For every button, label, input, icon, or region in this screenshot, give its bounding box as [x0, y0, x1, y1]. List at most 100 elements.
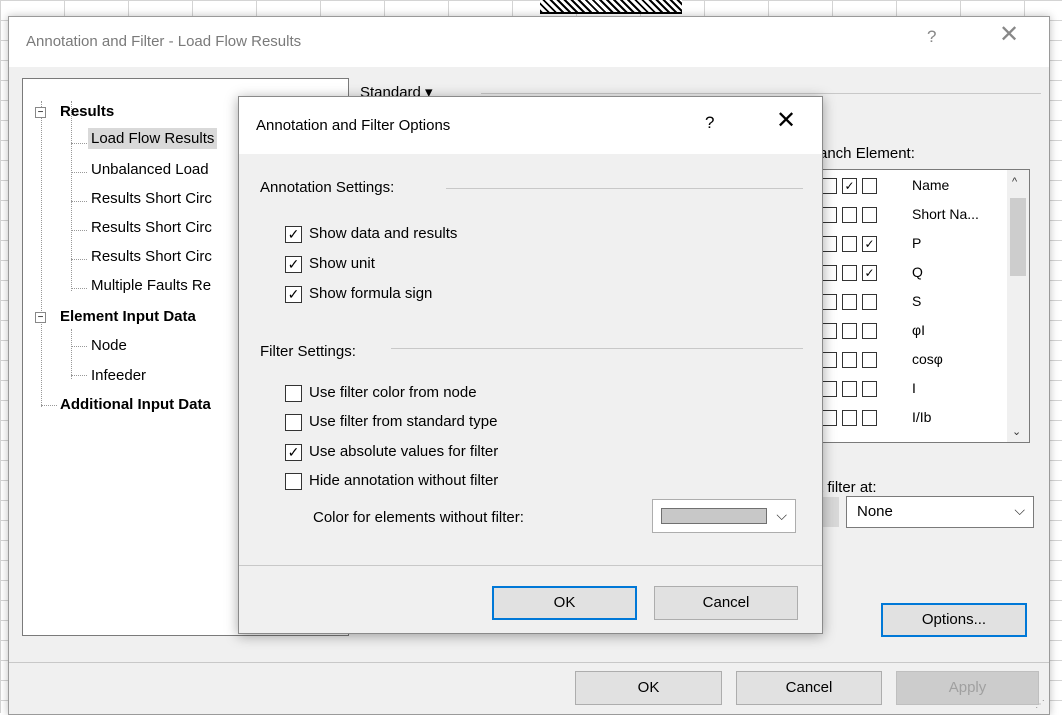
tree-item-element-input-data[interactable]: Element Input Data: [60, 308, 196, 325]
tree-connector: [71, 288, 87, 289]
ok-button[interactable]: OK: [575, 671, 722, 705]
hide-annotation-label[interactable]: Hide annotation without filter: [309, 472, 498, 489]
branch-list-row[interactable]: S: [820, 290, 1005, 319]
filter-at-select[interactable]: None ⌵: [846, 496, 1034, 528]
options-ok-button[interactable]: OK: [492, 586, 637, 620]
show-formula-sign-checkbox[interactable]: ✓: [285, 286, 302, 303]
branch-list-row[interactable]: ✓ Name: [820, 174, 1005, 203]
branch-column-checkbox[interactable]: [842, 352, 857, 368]
use-absolute-values-checkbox[interactable]: ✓: [285, 444, 302, 461]
branch-column-checkbox[interactable]: ✓: [842, 178, 857, 194]
divider: [481, 93, 1041, 94]
options-cancel-button[interactable]: Cancel: [654, 586, 798, 620]
apply-button[interactable]: Apply: [896, 671, 1039, 705]
cancel-button[interactable]: Cancel: [736, 671, 882, 705]
branch-column-checkbox[interactable]: [822, 207, 837, 223]
collapse-icon[interactable]: −: [35, 107, 46, 118]
branch-column-checkbox[interactable]: [862, 294, 877, 310]
use-absolute-values-label[interactable]: Use absolute values for filter: [309, 443, 498, 460]
tree-item-results[interactable]: Results: [60, 103, 114, 120]
scroll-thumb[interactable]: [1010, 198, 1026, 276]
branch-list-row[interactable]: I: [820, 377, 1005, 406]
branch-column-checkbox[interactable]: [822, 323, 837, 339]
tree-connector: [71, 230, 87, 231]
tree-item-results-short-circ[interactable]: Results Short Circ: [91, 248, 212, 265]
collapse-icon[interactable]: −: [35, 312, 46, 323]
options-close-button[interactable]: ✕: [776, 109, 796, 133]
hide-annotation-checkbox[interactable]: [285, 473, 302, 490]
branch-element-list[interactable]: ✓ Name Short Na... ✓ P ✓ Q SφI cosφ I I/Ib ^ ⌄: [819, 169, 1030, 443]
branch-list-row[interactable]: ✓ Q: [820, 261, 1005, 290]
branch-column-checkbox[interactable]: [862, 381, 877, 397]
tree-item-results-short-circ[interactable]: Results Short Circ: [91, 190, 212, 207]
show-formula-sign-label[interactable]: Show formula sign: [309, 285, 432, 302]
main-titlebar: Annotation and Filter - Load Flow Result…: [9, 17, 1049, 67]
scroll-down-icon[interactable]: ⌄: [1012, 425, 1021, 438]
use-filter-color-label[interactable]: Use filter color from node: [309, 384, 477, 401]
options-button[interactable]: Options...: [881, 603, 1027, 637]
branch-column-checkbox[interactable]: [862, 207, 877, 223]
branch-column-checkbox[interactable]: [842, 323, 857, 339]
branch-column-checkbox[interactable]: [842, 207, 857, 223]
branch-list-label: I: [912, 380, 916, 396]
branch-column-checkbox[interactable]: [862, 410, 877, 426]
show-data-results-label[interactable]: Show data and results: [309, 225, 457, 242]
use-standard-type-filter-checkbox[interactable]: [285, 414, 302, 431]
branch-list-label: Q: [912, 264, 923, 280]
main-help-button[interactable]: ?: [927, 27, 936, 47]
branch-list-row[interactable]: ✓ P: [820, 232, 1005, 261]
branch-list-label: P: [912, 235, 922, 251]
branch-column-checkbox[interactable]: [822, 294, 837, 310]
branch-column-checkbox[interactable]: [842, 265, 857, 281]
scroll-up-icon[interactable]: ^: [1012, 176, 1017, 188]
divider: [9, 662, 1049, 663]
branch-list-row[interactable]: φI: [820, 319, 1005, 348]
options-dialog-title: Annotation and Filter Options: [256, 117, 451, 134]
branch-column-checkbox[interactable]: [842, 381, 857, 397]
branch-column-checkbox[interactable]: [842, 294, 857, 310]
tree-item-additional-input-data[interactable]: Additional Input Data: [60, 396, 211, 413]
use-filter-color-checkbox[interactable]: [285, 385, 302, 402]
background-hatched-element: [540, 0, 682, 14]
branch-column-checkbox[interactable]: [842, 236, 857, 252]
branch-column-checkbox[interactable]: [822, 236, 837, 252]
use-standard-type-filter-label[interactable]: Use filter from standard type: [309, 413, 497, 430]
branch-list-row[interactable]: I/Ib: [820, 406, 1005, 435]
branch-column-checkbox[interactable]: [862, 323, 877, 339]
branch-list-label: Name: [912, 177, 950, 193]
show-data-results-checkbox[interactable]: ✓: [285, 226, 302, 243]
tree-connector: [71, 201, 87, 202]
branch-list-label: cosφ: [912, 351, 943, 367]
main-close-button[interactable]: ✕: [999, 23, 1019, 47]
tree-item-load-flow-results[interactable]: Load Flow Results: [88, 128, 218, 149]
tree-item-results-short-circ[interactable]: Results Short Circ: [91, 219, 212, 236]
branch-list-label: S: [912, 293, 922, 309]
show-unit-label[interactable]: Show unit: [309, 255, 375, 272]
filter-at-value: None: [857, 503, 893, 520]
tree-connector: [71, 143, 87, 144]
branch-column-checkbox[interactable]: [822, 265, 837, 281]
branch-column-checkbox[interactable]: [822, 178, 837, 194]
resize-grip-icon[interactable]: ⋰: [1035, 699, 1045, 710]
branch-column-checkbox[interactable]: ✓: [862, 236, 877, 252]
tree-item-node[interactable]: Node: [91, 337, 127, 354]
list-scrollbar[interactable]: ^ ⌄: [1007, 170, 1029, 442]
branch-list-row[interactable]: cosφ: [820, 348, 1005, 377]
color-swatch: [661, 508, 767, 524]
branch-list-label: I/Ib: [912, 409, 932, 425]
branch-column-checkbox[interactable]: [842, 410, 857, 426]
tree-item-infeeder[interactable]: Infeeder: [91, 367, 146, 384]
branch-list-row[interactable]: Short Na...: [820, 203, 1005, 232]
branch-list-label: Short Na...: [912, 206, 979, 222]
tree-item-multiple-faults[interactable]: Multiple Faults Re: [91, 277, 211, 294]
tree-item-unbalanced-load[interactable]: Unbalanced Load: [91, 161, 209, 178]
branch-column-checkbox[interactable]: [822, 381, 837, 397]
options-help-button[interactable]: ?: [705, 113, 714, 133]
branch-column-checkbox[interactable]: [862, 178, 877, 194]
color-without-filter-select[interactable]: ⌵: [652, 499, 796, 533]
branch-column-checkbox[interactable]: [822, 410, 837, 426]
branch-column-checkbox[interactable]: [862, 352, 877, 368]
show-unit-checkbox[interactable]: ✓: [285, 256, 302, 273]
branch-column-checkbox[interactable]: ✓: [862, 265, 877, 281]
branch-column-checkbox[interactable]: [822, 352, 837, 368]
